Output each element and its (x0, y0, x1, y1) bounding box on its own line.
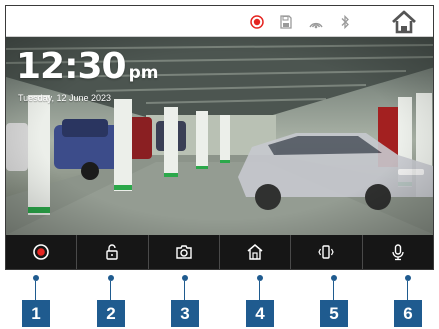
bluetooth-icon (341, 14, 349, 30)
callout-dot (108, 275, 114, 281)
callout-stem (407, 281, 408, 300)
clock: 12:30 pm (16, 49, 158, 85)
callout-6: 6 (394, 300, 422, 327)
home-icon[interactable] (391, 10, 417, 34)
status-bar (6, 6, 433, 37)
snapshot-button[interactable] (149, 235, 220, 269)
home-gate-button[interactable] (220, 235, 292, 269)
save-icon (280, 15, 292, 29)
callout-dot (331, 275, 337, 281)
camera-icon (176, 245, 192, 259)
callout-dot (33, 275, 39, 281)
callout-4: 4 (246, 300, 274, 327)
unlock-button[interactable] (77, 235, 149, 269)
record-button[interactable] (6, 235, 78, 269)
callout-dot (182, 275, 188, 281)
callout-stem (35, 281, 36, 300)
callout-stem (184, 281, 185, 300)
clock-ampm: pm (128, 63, 159, 83)
microphone-icon (392, 244, 404, 261)
time-overlay: 12:30 pm Tuesday, 12 June 2023 (16, 49, 158, 104)
callout-stem (110, 281, 111, 300)
signal-icon (309, 22, 323, 29)
house-icon (247, 244, 263, 260)
microphone-button[interactable] (363, 235, 433, 269)
callout-3: 3 (171, 300, 199, 327)
record-icon (33, 244, 49, 260)
intercom-screen: 12:30 pm Tuesday, 12 June 2023 (5, 5, 434, 270)
unlock-icon (106, 244, 119, 260)
callout-2: 2 (97, 300, 125, 327)
record-indicator-icon (250, 15, 264, 29)
vibrate-button[interactable] (291, 235, 363, 269)
camera-feed: 12:30 pm Tuesday, 12 June 2023 (6, 37, 433, 235)
callout-5: 5 (320, 300, 348, 327)
callout-stem (259, 281, 260, 300)
clock-time: 12:30 (16, 46, 127, 87)
callout-stem (333, 281, 334, 300)
bottom-toolbar (6, 235, 433, 269)
date-label: Tuesday, 12 June 2023 (18, 93, 112, 103)
callout-dot (257, 275, 263, 281)
vibrate-icon (318, 245, 335, 259)
callout-dot (405, 275, 411, 281)
callout-1: 1 (22, 300, 50, 327)
